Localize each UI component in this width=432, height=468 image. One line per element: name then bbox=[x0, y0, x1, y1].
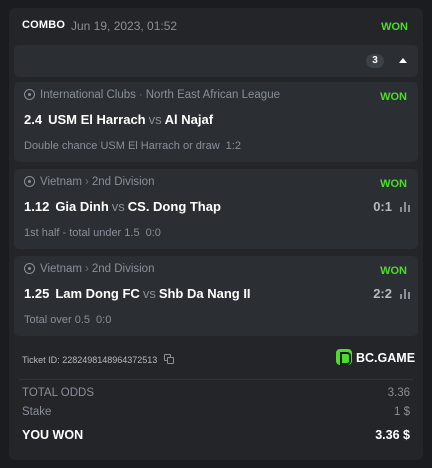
league-row: Vietnam › 2nd Division bbox=[24, 176, 154, 190]
league-row: Vietnam › 2nd Division bbox=[24, 263, 154, 277]
bet-header: COMBO Jun 19, 2023, 01:52 WON bbox=[9, 8, 423, 44]
soccer-ball-icon bbox=[24, 263, 35, 274]
payout-value: 3.36 $ bbox=[375, 428, 410, 442]
selections-count-badge: 3 bbox=[366, 54, 384, 68]
stake-row: Stake 1 $ bbox=[22, 406, 410, 422]
stake-value: 1 $ bbox=[394, 406, 410, 418]
ticket-id-label: Ticket ID: bbox=[22, 355, 60, 365]
match-odds: 1.25 bbox=[24, 286, 50, 301]
home-team: Lam Dong FC bbox=[55, 286, 140, 301]
match-score: 2:2 bbox=[373, 286, 392, 301]
chevron-right-icon: › bbox=[84, 263, 89, 275]
bet-description: Total over 0.5 bbox=[24, 314, 91, 326]
category-label: Vietnam bbox=[40, 263, 82, 275]
ticket-id-row: Ticket ID: 2282498148964372513 bbox=[22, 354, 174, 365]
brand-logo: BC.GAME bbox=[336, 349, 415, 369]
separator-dot-icon: · bbox=[138, 89, 143, 101]
category-label: Vietnam bbox=[40, 176, 82, 188]
away-team: Shb Da Nang II bbox=[158, 286, 251, 301]
payout-label: YOU WON bbox=[22, 428, 84, 442]
ticket-id-value: 2282498148964372513 bbox=[62, 355, 158, 365]
match-odds: 1.12 bbox=[24, 199, 50, 214]
total-odds-row: TOTAL ODDS 3.36 bbox=[22, 387, 410, 403]
copy-icon[interactable] bbox=[163, 354, 174, 364]
total-odds-label: TOTAL ODDS bbox=[22, 387, 94, 399]
bet-type-label: COMBO bbox=[22, 19, 66, 31]
bet-description: Double chance USM El Harrach or draw bbox=[24, 140, 220, 152]
soccer-ball-icon bbox=[24, 89, 35, 100]
match-card: International Clubs · North East African L… bbox=[14, 82, 418, 162]
match-status-badge: WON bbox=[380, 178, 407, 190]
teams-row: 2.4 USM El Harrach vs Al Najaf bbox=[24, 112, 213, 127]
vs-label: vs bbox=[148, 112, 162, 127]
stats-icon[interactable] bbox=[400, 289, 410, 299]
category-label: International Clubs bbox=[40, 89, 136, 101]
bet-coefficient: 0:0 bbox=[96, 314, 112, 326]
match-odds: 2.4 bbox=[24, 112, 43, 127]
soccer-ball-icon bbox=[24, 176, 35, 187]
bet-datetime: Jun 19, 2023, 01:52 bbox=[71, 19, 178, 33]
teams-row: 1.12 Gia Dinh vs CS. Dong Thap bbox=[24, 199, 221, 214]
stats-icon[interactable] bbox=[400, 202, 410, 212]
total-odds-value: 3.36 bbox=[387, 387, 410, 399]
away-team: CS. Dong Thap bbox=[127, 199, 221, 214]
bet-status-badge: WON bbox=[381, 21, 408, 33]
match-card: Vietnam › 2nd Division WON 1.12 Gia Dinh vs C… bbox=[14, 169, 418, 249]
match-status-badge: WON bbox=[380, 91, 407, 103]
away-team: Al Najaf bbox=[164, 112, 214, 127]
vs-label: vs bbox=[111, 199, 125, 214]
bet-slip-card: COMBO Jun 19, 2023, 01:52 WON 3 Internat… bbox=[9, 8, 423, 460]
teams-row: 1.25 Lam Dong FC vs Shb Da Nang II bbox=[24, 286, 251, 301]
brand-name: BC.GAME bbox=[356, 351, 416, 365]
bet-coefficient: 0:0 bbox=[145, 227, 161, 239]
selections-toggle[interactable]: 3 bbox=[14, 45, 418, 77]
league-label: North East African League bbox=[145, 89, 280, 101]
bet-description-row: 1st half - total under 1.5 0:0 bbox=[24, 227, 161, 239]
payout-row: YOU WON 3.36 $ bbox=[22, 428, 410, 444]
league-label: 2nd Division bbox=[91, 176, 155, 188]
bet-description-row: Total over 0.5 0:0 bbox=[24, 314, 111, 326]
vs-label: vs bbox=[142, 286, 156, 301]
match-score: 0:1 bbox=[373, 199, 392, 214]
home-team: USM El Harrach bbox=[48, 112, 146, 127]
match-status-badge: WON bbox=[380, 265, 407, 277]
chevron-right-icon: › bbox=[84, 176, 89, 188]
bet-coefficient: 1:2 bbox=[225, 140, 241, 152]
home-team: Gia Dinh bbox=[55, 199, 109, 214]
bet-description: 1st half - total under 1.5 bbox=[24, 227, 140, 239]
bc-game-logo-icon bbox=[336, 349, 352, 365]
bet-description-row: Double chance USM El Harrach or draw 1:2 bbox=[24, 140, 241, 152]
league-row: International Clubs · North East African L… bbox=[24, 89, 280, 103]
match-card: Vietnam › 2nd Division WON 1.25 Lam Dong FC… bbox=[14, 256, 418, 336]
chevron-up-icon[interactable] bbox=[399, 58, 407, 63]
league-label: 2nd Division bbox=[91, 263, 155, 275]
divider bbox=[19, 379, 413, 380]
stake-label: Stake bbox=[22, 406, 52, 418]
